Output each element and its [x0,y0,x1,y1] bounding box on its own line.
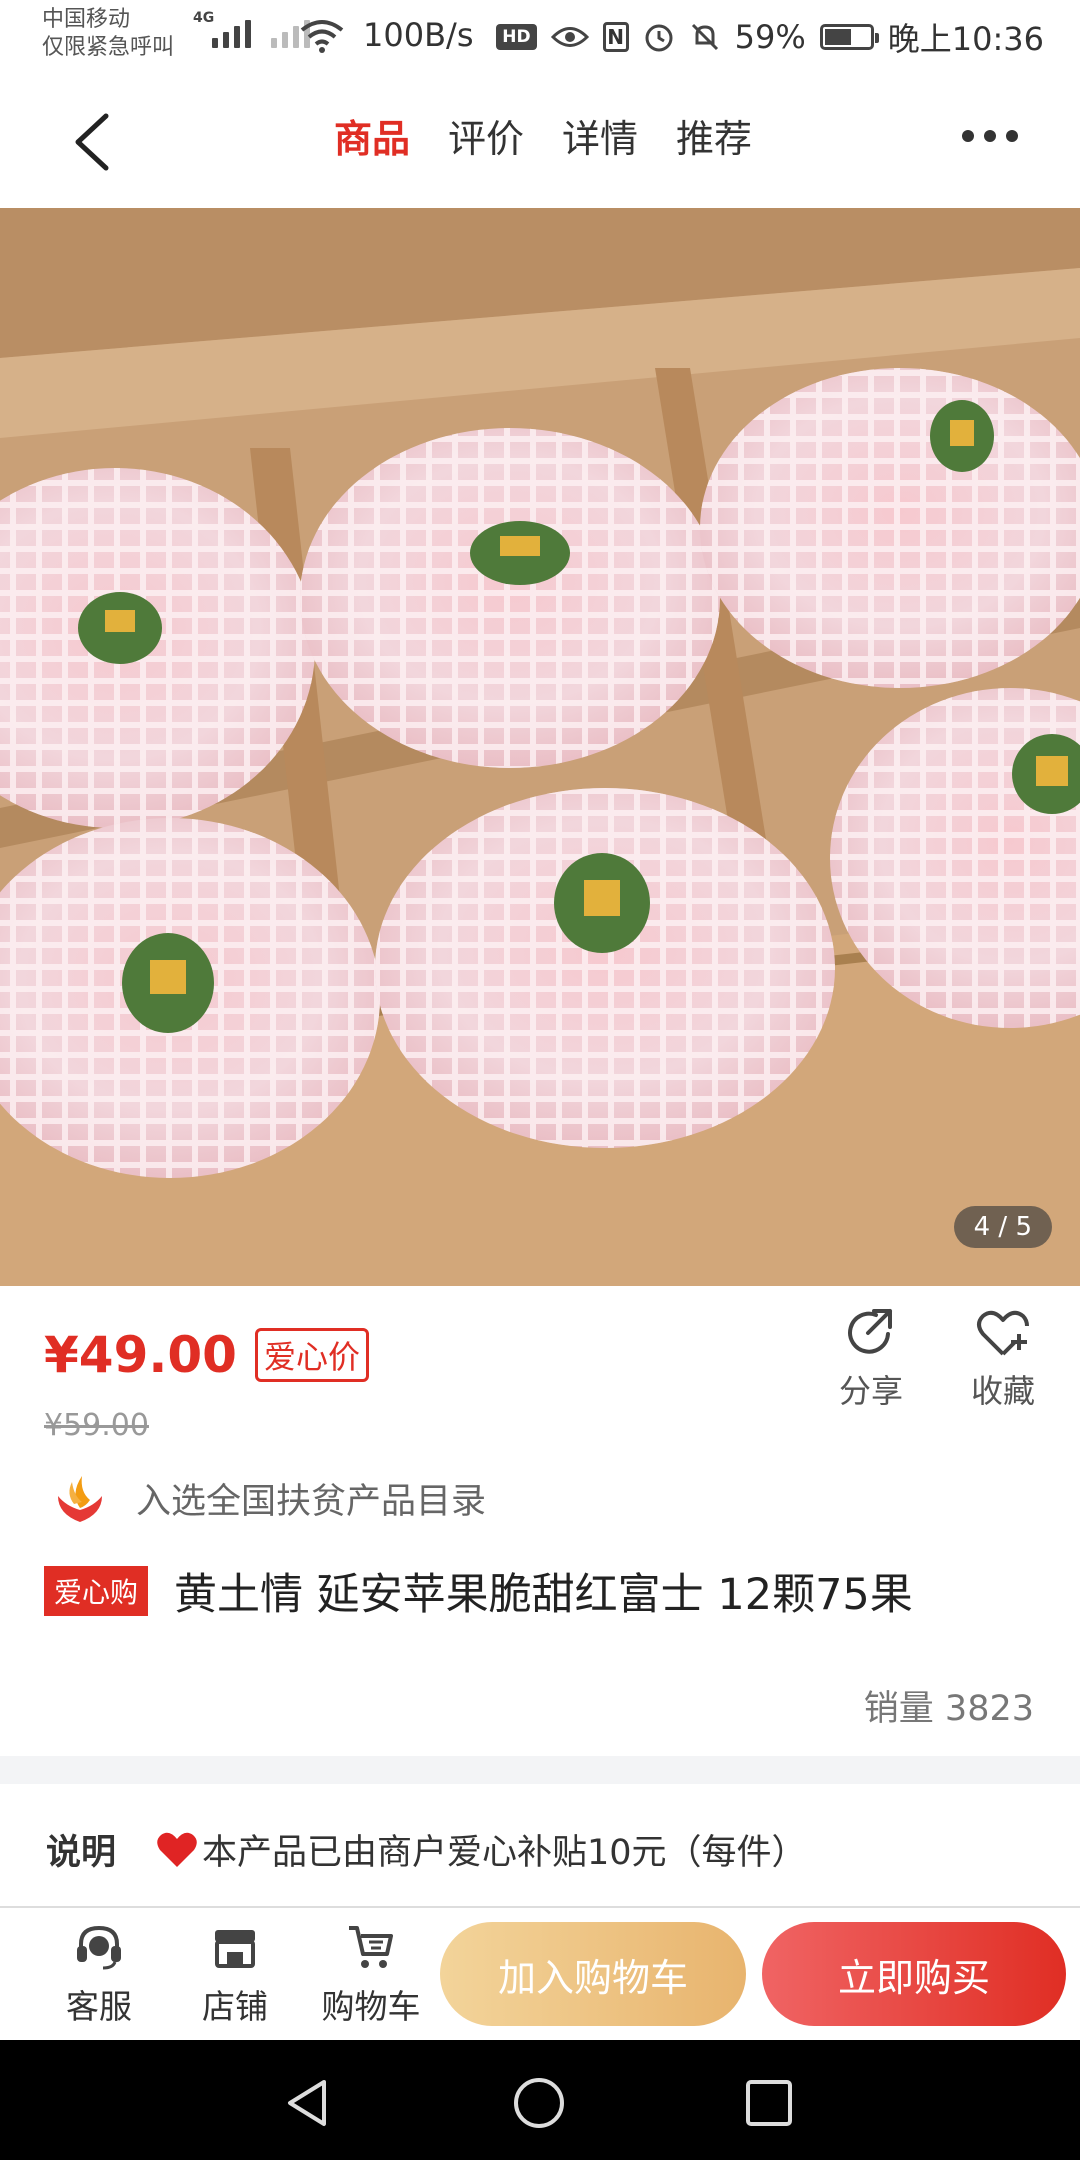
current-price: ¥49.00 [44,1326,237,1384]
network-speed: 100B/s [363,16,474,54]
status-bar: 中国移动 仅限紧急呼叫 4G 100B/s HD N 59% 晚上10:36 [0,0,1080,70]
description-text: 本产品已由商户爱心补贴10元（每件） [202,1833,807,1873]
status-icons: HD N 59% 晚上10:36 [496,14,1044,60]
battery-level [824,29,851,45]
store-icon [215,1930,255,1968]
headset-icon [77,1925,121,1970]
shop-label: 店铺 [202,1987,268,2026]
favorite-button[interactable]: 收藏 [948,1306,1058,1412]
nav-back-icon[interactable] [284,2078,330,2128]
cart-button[interactable]: 购物车 [316,1922,426,2028]
carrier-info: 中国移动 仅限紧急呼叫 [42,6,174,62]
product-title-row: 爱心购 黄土情 延安苹果脆甜红富士 12颗75果 [44,1560,1044,1622]
shop-button[interactable]: 店铺 [180,1922,290,2028]
description-row: 说明 本产品已由商户爱心补贴10元（每件） [46,1824,807,1875]
tab-product[interactable]: 商品 [334,108,410,163]
price-row: ¥49.00 爱心价 [44,1326,369,1384]
cart-label: 购物车 [321,1987,421,2026]
poverty-alleviation-logo-icon [58,1476,102,1522]
description-label: 说明 [46,1833,117,1873]
shopping-cart-icon [349,1926,393,1968]
more-options-icon[interactable] [962,130,1018,142]
add-to-cart-button[interactable]: 加入购物车 [440,1922,746,2026]
love-price-tag: 爱心价 [254,1328,369,1382]
favorite-label: 收藏 [970,1372,1035,1410]
tab-reviews[interactable]: 评价 [448,108,524,163]
product-image-carousel[interactable]: 4 / 5 [0,208,1080,1286]
mute-icon [691,23,718,51]
wifi-icon [300,20,344,53]
share-icon [848,1309,892,1354]
apples-in-box-image [0,208,1080,1286]
buy-now-button[interactable]: 立即购买 [762,1922,1066,2026]
product-title: 黄土情 延安苹果脆甜红富士 12颗75果 [174,1570,913,1620]
bottom-action-bar: 客服 店铺 购物车 加入购物车 立即购买 [0,1906,1080,2042]
original-price: ¥59.00 [44,1408,149,1443]
hd-icon: HD [496,24,537,50]
nav-recents-icon[interactable] [744,2078,794,2128]
battery-icon [819,24,879,50]
clock: 晚上10:36 [887,20,1044,58]
battery-percent: 59% [734,18,806,56]
heart-plus-icon [977,1310,1029,1356]
image-counter: 4 / 5 [953,1206,1052,1248]
emergency-only: 仅限紧急呼叫 [42,35,175,60]
tab-details[interactable]: 详情 [562,108,638,163]
heart-icon [157,1832,197,1867]
alarm-icon [645,24,673,52]
back-arrow-icon[interactable] [72,112,112,172]
carrier-name: 中国移动 [42,7,131,32]
poverty-alleviation-text: 入选全国扶贫产品目录 [136,1481,487,1522]
section-divider [0,1756,1080,1784]
customer-service-button[interactable]: 客服 [44,1922,154,2028]
share-button[interactable]: 分享 [816,1306,926,1412]
sales-count: 销量 3823 [863,1689,1034,1729]
system-nav-bar [0,2040,1080,2160]
love-buy-badge: 爱心购 [44,1566,149,1616]
customer-service-label: 客服 [66,1987,132,2026]
share-label: 分享 [838,1372,903,1410]
top-nav: 商品 评价 详情 推荐 [0,70,1080,208]
nav-tabs: 商品 评价 详情 推荐 [334,108,752,163]
nfc-icon: N [602,22,629,52]
signal-icon [212,20,310,48]
eye-icon [550,27,589,47]
tab-recommend[interactable]: 推荐 [676,108,752,163]
poverty-alleviation-row[interactable]: 入选全国扶贫产品目录 [52,1470,486,1526]
description-text-wrap: 本产品已由商户爱心补贴10元（每件） [156,1824,807,1875]
nav-home-icon[interactable] [512,2076,566,2130]
